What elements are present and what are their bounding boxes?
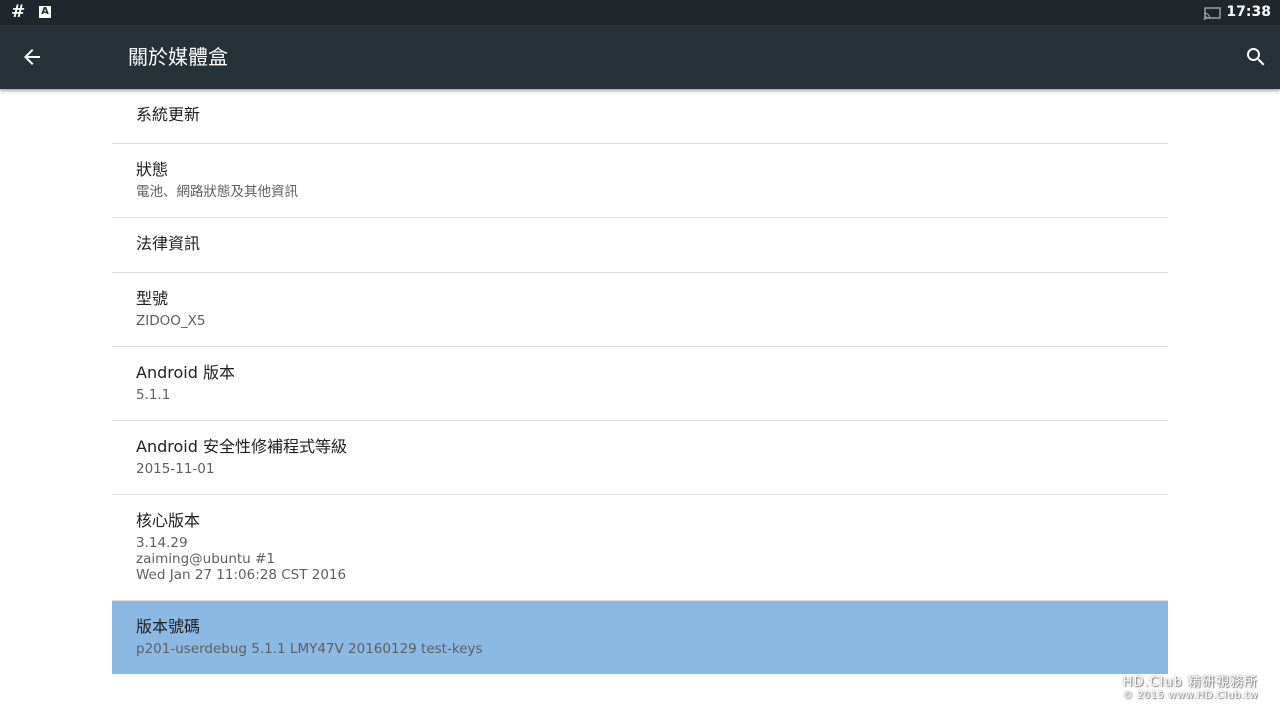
item-summary: ZIDOO_X5 <box>136 313 206 329</box>
item-summary: 電池、網路狀態及其他資訊 <box>136 184 298 200</box>
back-arrow-icon[interactable] <box>20 45 44 69</box>
item-status[interactable]: 狀態 電池、網路狀態及其他資訊 <box>112 144 1168 218</box>
item-title: Android 安全性修補程式等級 <box>136 437 347 456</box>
item-build-number[interactable]: 版本號碼 p201-userdebug 5.1.1 LMY47V 2016012… <box>112 601 1168 674</box>
item-model[interactable]: 型號 ZIDOO_X5 <box>112 273 1168 347</box>
item-title: 法律資訊 <box>136 234 201 253</box>
item-kernel-version[interactable]: 核心版本 3.14.29 zaiming@ubuntu #1 Wed Jan 2… <box>112 495 1168 601</box>
a-notification-icon: A <box>39 6 51 18</box>
item-summary-line: zaiming@ubuntu #1 <box>136 551 275 567</box>
item-security-patch[interactable]: Android 安全性修補程式等級 2015-11-01 <box>112 421 1168 495</box>
page-title: 關於媒體盒 <box>128 45 228 69</box>
status-clock: 17:38 <box>1226 4 1271 20</box>
item-title: Android 版本 <box>136 363 235 382</box>
item-legal-info[interactable]: 法律資訊 <box>112 218 1168 273</box>
item-title: 版本號碼 <box>136 617 201 636</box>
hash-icon: # <box>11 2 26 22</box>
item-title: 型號 <box>136 289 169 308</box>
search-icon[interactable] <box>1244 45 1268 69</box>
watermark-line: HD.Club 精研視務所 <box>1122 675 1258 690</box>
item-summary: 5.1.1 <box>136 387 171 403</box>
item-summary-line: 3.14.29 <box>136 535 188 551</box>
item-summary: p201-userdebug 5.1.1 LMY47V 20160129 tes… <box>136 641 483 657</box>
cast-icon <box>1203 6 1221 25</box>
watermark-line: © 2015 www.HD.Club.tw <box>1122 690 1258 701</box>
item-title: 狀態 <box>136 160 169 179</box>
item-title: 系統更新 <box>136 105 201 124</box>
item-summary: 2015-11-01 <box>136 461 215 477</box>
item-android-version[interactable]: Android 版本 5.1.1 <box>112 347 1168 421</box>
app-bar: 關於媒體盒 <box>0 25 1280 89</box>
status-bar: # A 17:38 <box>0 0 1280 25</box>
item-system-update[interactable]: 系統更新 <box>112 92 1168 144</box>
item-summary-line: Wed Jan 27 11:06:28 CST 2016 <box>136 567 347 583</box>
watermark-logo: HD.Club 精研視務所 © 2015 www.HD.Club.tw <box>1123 675 1258 702</box>
item-title: 核心版本 <box>136 511 201 530</box>
